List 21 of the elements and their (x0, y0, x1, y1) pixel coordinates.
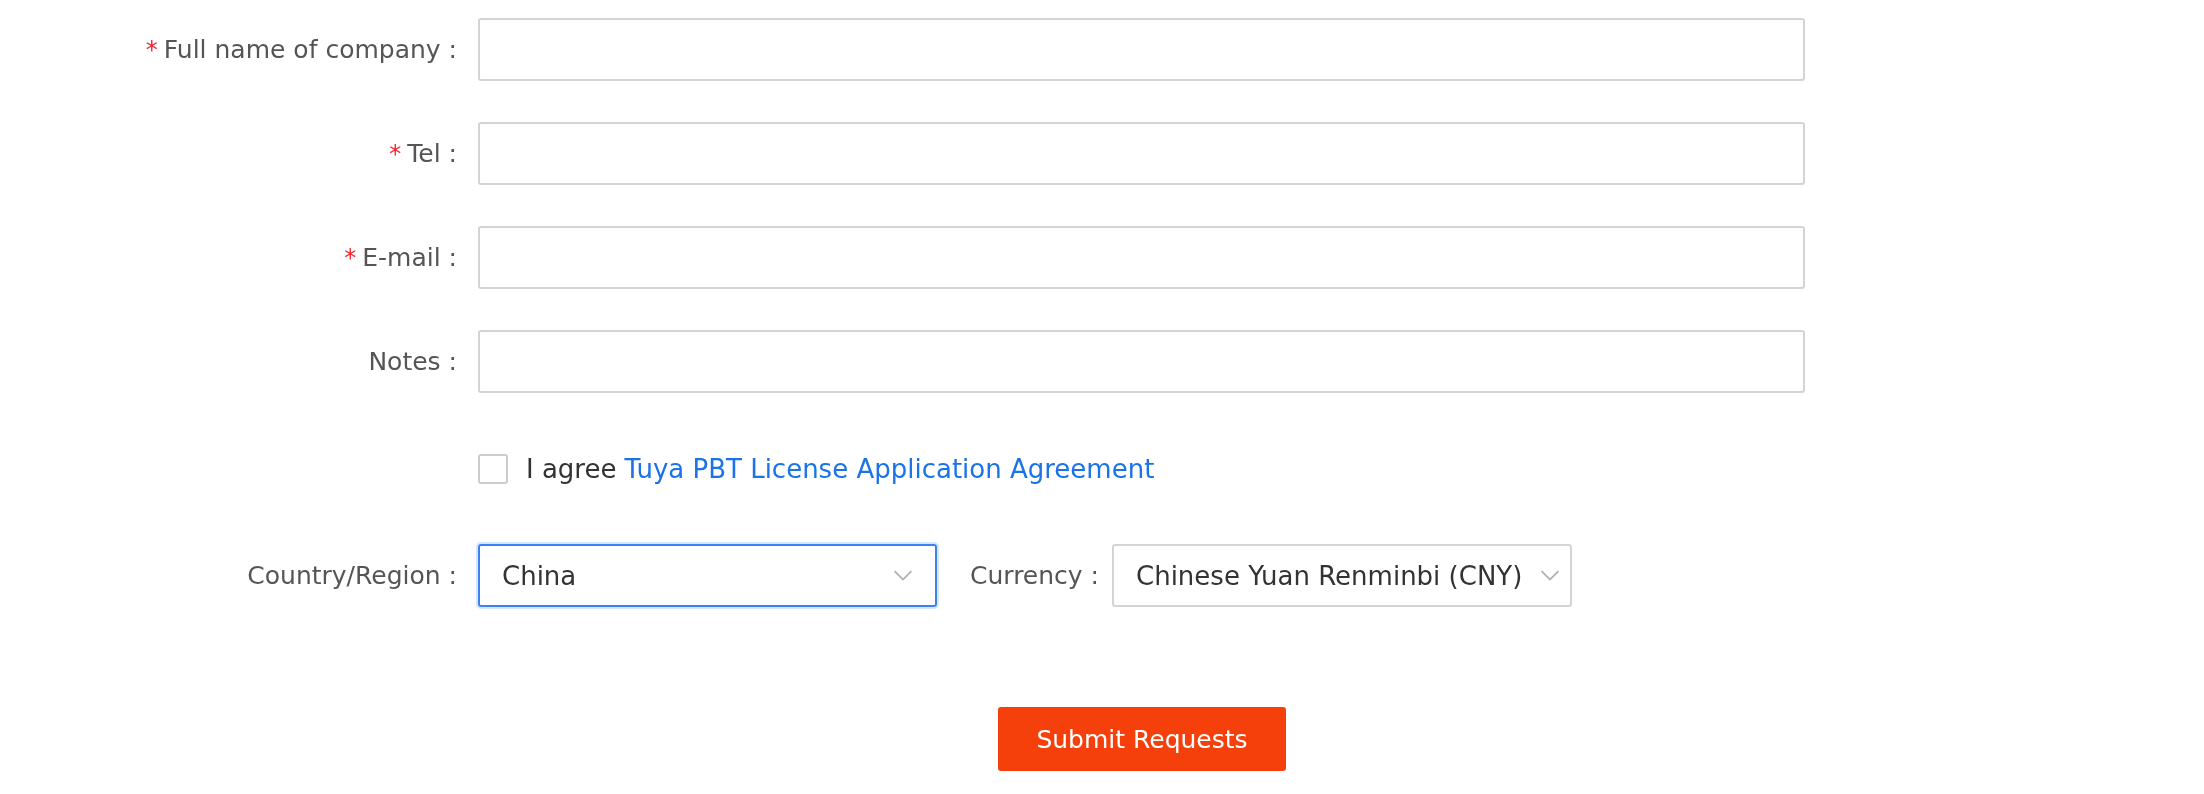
required-mark: * (344, 243, 357, 272)
field-label: Full name of company : (163, 35, 457, 64)
input-field[interactable] (478, 226, 1805, 289)
input-field[interactable] (478, 18, 1805, 81)
field-label: Country/Region : (247, 561, 457, 590)
input-field[interactable] (478, 330, 1805, 393)
agreement-text: I agree (526, 454, 617, 484)
agreement-link[interactable]: Tuya PBT License Application Agreement (624, 454, 1155, 484)
checkbox[interactable] (478, 454, 508, 484)
field-label: Currency : (970, 561, 1099, 590)
chevron-down-icon (1540, 569, 1560, 582)
required-mark: * (389, 139, 402, 168)
select-field[interactable]: Chinese Yuan Renminbi (CNY) (1112, 544, 1572, 607)
chevron-down-icon (893, 569, 913, 582)
input-field[interactable] (478, 122, 1805, 185)
field-label: Notes : (368, 347, 457, 376)
required-mark: * (145, 35, 158, 64)
field-label: E-mail : (362, 243, 457, 272)
submit-button[interactable]: Submit Requests (998, 707, 1286, 771)
field-label: Tel : (407, 139, 457, 168)
select-field[interactable]: China (478, 544, 937, 607)
